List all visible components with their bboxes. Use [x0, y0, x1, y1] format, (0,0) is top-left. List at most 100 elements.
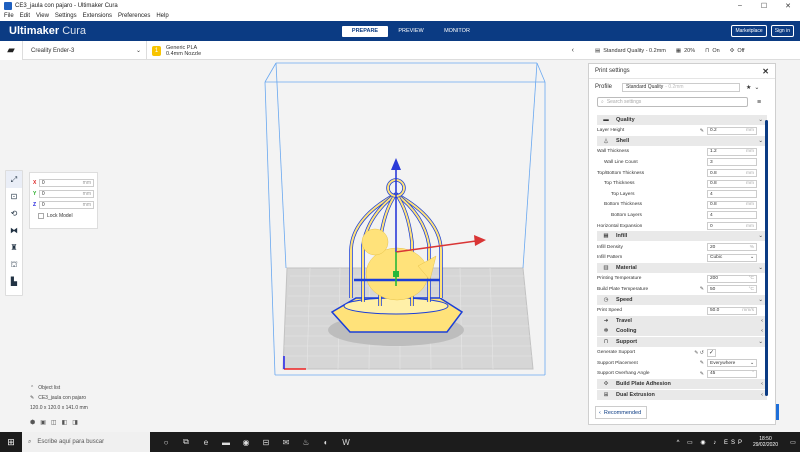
- open-file-button[interactable]: ▰: [0, 41, 23, 60]
- setting-value-field[interactable]: 1.2 mm: [707, 147, 757, 156]
- setting-actions[interactable]: ✎: [693, 360, 707, 366]
- setting-value-field[interactable]: Everywhere ⌄: [707, 359, 757, 368]
- chrome-icon[interactable]: ◉: [236, 432, 256, 452]
- menu-file[interactable]: File: [4, 13, 14, 19]
- close-icon[interactable]: ✕: [762, 67, 769, 76]
- setting-value-field[interactable]: 0.8 mm: [707, 169, 757, 178]
- maximize-button[interactable]: ☐: [752, 2, 776, 10]
- category-support[interactable]: ⊓ Support ⌄: [597, 336, 767, 347]
- chevron-left-icon: ‹: [599, 409, 601, 416]
- setting-actions[interactable]: ✎: [693, 286, 707, 292]
- object-list-toggle[interactable]: ⌃ Object list: [30, 383, 88, 393]
- category-shell[interactable]: ⏃ Shell ⌄: [597, 136, 767, 147]
- task-view-icon[interactable]: ⧉: [176, 432, 196, 452]
- menu-view[interactable]: View: [36, 13, 49, 19]
- view-3d-icon[interactable]: ⬢: [30, 419, 35, 426]
- cortana-icon[interactable]: ○: [156, 432, 176, 452]
- tab-monitor[interactable]: MONITOR: [434, 26, 480, 37]
- settings-scrollbar[interactable]: [765, 120, 768, 396]
- search-settings-input[interactable]: ⌕ Search settings: [597, 97, 748, 107]
- setting-value-field[interactable]: 0.8 mm: [707, 179, 757, 188]
- setting-value-field[interactable]: 50 °C: [707, 285, 757, 294]
- setting-value-field[interactable]: 0 mm: [707, 222, 757, 231]
- mirror-tool-icon[interactable]: ⧓: [6, 222, 22, 239]
- per-model-settings-icon[interactable]: ♜: [6, 239, 22, 256]
- tray-icons[interactable]: ^ ▭ ◉ ♪ ESP: [677, 439, 745, 446]
- category-quality[interactable]: ▬ Quality ⌄: [597, 115, 767, 125]
- category-dual-extrusion[interactable]: ⊞ Dual Extrusion ‹: [597, 389, 767, 400]
- category-infill[interactable]: ▦ Infill ⌄: [597, 231, 767, 242]
- menu-preferences[interactable]: Preferences: [118, 13, 150, 19]
- steam-icon[interactable]: ♨: [296, 432, 316, 452]
- word-icon[interactable]: W: [336, 432, 356, 452]
- y-position-input[interactable]: 0 mm: [38, 189, 94, 198]
- view-left-icon[interactable]: ◧: [62, 419, 68, 426]
- x-position-input[interactable]: 0 mm: [38, 178, 94, 187]
- category-speed[interactable]: ◷ Speed ⌄: [597, 294, 767, 305]
- setting-label: Infill Pattern: [597, 255, 623, 261]
- setting-value-field[interactable]: Cubic ⌄: [707, 253, 757, 262]
- lock-model-toggle[interactable]: Lock Model: [33, 213, 94, 219]
- star-icon[interactable]: ★: [746, 84, 751, 91]
- setting-value-field[interactable]: 45 °: [707, 369, 757, 378]
- sign-in-button[interactable]: Sign in: [770, 25, 794, 37]
- menu-settings[interactable]: Settings: [55, 13, 77, 19]
- move-tool-icon[interactable]: ⤢: [6, 171, 22, 188]
- setting-value-field[interactable]: ✓: [707, 348, 716, 357]
- notification-icon[interactable]: ▭: [786, 439, 800, 446]
- windows-start-icon[interactable]: ⊞: [0, 432, 22, 452]
- setting-value: 0.8: [710, 202, 717, 208]
- scale-tool-icon[interactable]: ⊡: [6, 188, 22, 205]
- setting-value-field[interactable]: 4: [707, 211, 757, 220]
- print-setup-summary[interactable]: ▤ Standard Quality - 0.2mm ▦ 20% ⊓ On ✣ Off: [589, 41, 800, 60]
- cura-taskbar-icon[interactable]: ◐: [316, 432, 336, 452]
- setting-value-field[interactable]: 200 °C: [707, 274, 757, 283]
- store-icon[interactable]: ⊟: [256, 432, 276, 452]
- menu-edit[interactable]: Edit: [20, 13, 30, 19]
- custom-supports-icon[interactable]: ▙: [6, 273, 22, 290]
- setting-value-field[interactable]: 4: [707, 190, 757, 199]
- menu-extensions[interactable]: Extensions: [83, 13, 112, 19]
- z-position-input[interactable]: 0 mm: [38, 200, 94, 209]
- chevron-down-icon[interactable]: ⌄: [754, 84, 759, 91]
- setting-actions[interactable]: ✎ ↺: [693, 350, 707, 356]
- windows-taskbar: ⊞ ⌕ Escribe aquí para buscar ○ ⧉ e ▬ ◉ ⊟…: [0, 432, 800, 452]
- category-travel[interactable]: ➜ Travel ‹: [597, 315, 767, 326]
- material-selector[interactable]: 1 Generic PLA 0.4mm Nozzle ‹: [152, 41, 578, 60]
- printer-selector[interactable]: Creality Ender-3 ⌄: [25, 41, 147, 60]
- category-icon: ▬: [603, 117, 609, 123]
- edge-icon[interactable]: e: [196, 432, 216, 452]
- profile-select[interactable]: Standard Quality - 0.2mm: [622, 82, 741, 92]
- rotate-tool-icon[interactable]: ⟲: [6, 205, 22, 222]
- tab-preview[interactable]: PREVIEW: [388, 26, 434, 37]
- support-blocker-icon[interactable]: ⛫: [6, 256, 22, 273]
- view-right-icon[interactable]: ◨: [72, 419, 78, 426]
- setting-value-field[interactable]: 20%: [707, 243, 757, 252]
- setting-value-field[interactable]: 0.8 mm: [707, 200, 757, 209]
- view-front-icon[interactable]: ▣: [40, 419, 46, 426]
- close-window-button[interactable]: ✕: [776, 2, 800, 10]
- marketplace-button[interactable]: Marketplace: [731, 25, 767, 37]
- setting-build-plate-temperature: Build Plate Temperature ✎ 50 °C: [597, 284, 767, 295]
- object-list-item[interactable]: ✎ CE3_jaula con pajaro: [30, 393, 88, 403]
- clock[interactable]: 18:50 29/02/2020: [753, 436, 778, 448]
- menu-help[interactable]: Help: [156, 13, 168, 19]
- slice-button-edge[interactable]: [776, 404, 779, 420]
- settings-visibility-menu-icon[interactable]: ≡: [757, 99, 761, 106]
- minimize-button[interactable]: –: [728, 2, 752, 9]
- lock-model-checkbox[interactable]: [38, 213, 44, 219]
- taskbar-search[interactable]: ⌕ Escribe aquí para buscar: [22, 432, 150, 452]
- category-cooling[interactable]: ✻ Cooling ‹: [597, 326, 767, 337]
- recommended-button[interactable]: ‹ Recommended: [595, 406, 647, 419]
- mail-icon[interactable]: ✉: [276, 432, 296, 452]
- category-build-plate-adhesion[interactable]: ✣ Build Plate Adhesion ‹: [597, 379, 767, 390]
- category-material[interactable]: ▥ Material ⌄: [597, 263, 767, 274]
- setting-actions[interactable]: ✎: [693, 128, 707, 134]
- setting-value-field[interactable]: 3: [707, 158, 757, 167]
- file-explorer-icon[interactable]: ▬: [216, 432, 236, 452]
- view-top-icon[interactable]: ◫: [51, 419, 57, 426]
- setting-actions[interactable]: ✎: [693, 371, 707, 377]
- setting-value-field[interactable]: 0.2 mm: [707, 126, 757, 135]
- tab-prepare[interactable]: PREPARE: [342, 25, 388, 37]
- setting-value-field[interactable]: 50.0 mm/s: [707, 306, 757, 315]
